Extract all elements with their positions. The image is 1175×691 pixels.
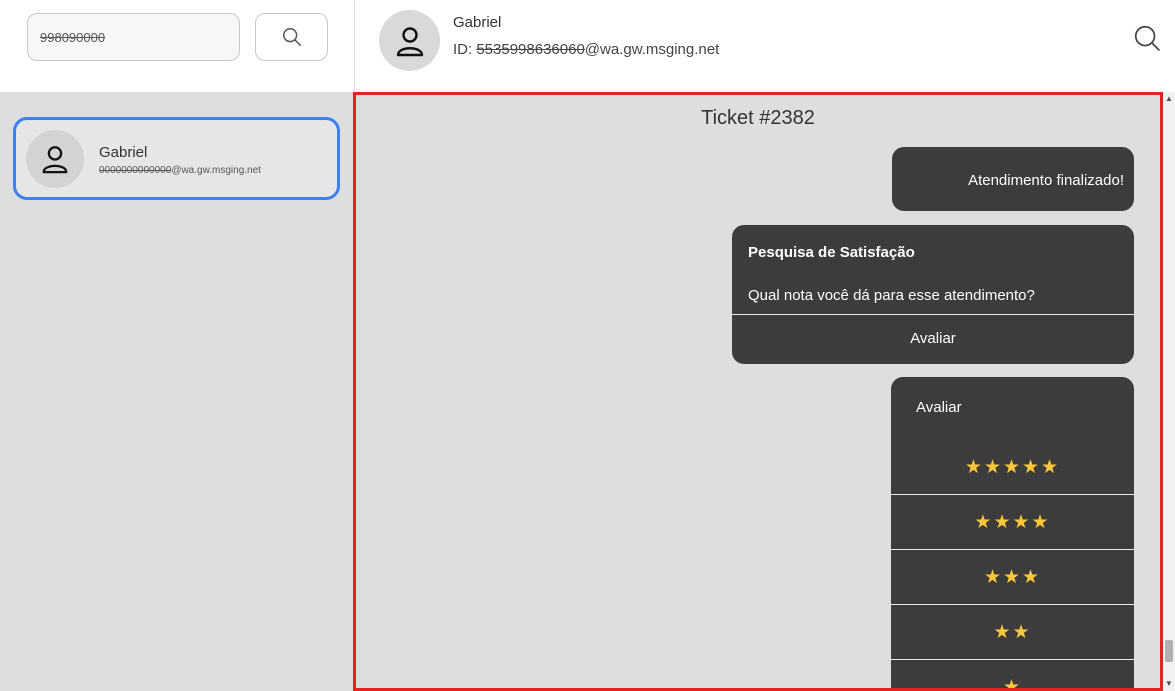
chat-messages: Ticket #2382 Atendimento finalizado! Pes… (353, 92, 1163, 691)
rating-option-3[interactable]: ★★★ (891, 550, 1134, 605)
survey-rate-button[interactable]: Avaliar (732, 314, 1134, 362)
rating-option-1[interactable]: ★ (891, 660, 1134, 691)
ticket-title: Ticket #2382 (701, 107, 815, 129)
rating-list-bubble: Avaliar ★★★★★ ★★★★ ★★★ ★★ ★ (891, 377, 1134, 691)
message-text: Atendimento finalizado! (968, 172, 1124, 189)
avatar (379, 10, 440, 71)
list-item-id-masked: 0000000000000 (99, 165, 172, 176)
rating-option-5[interactable]: ★★★★★ (891, 440, 1134, 495)
search-icon (282, 28, 301, 46)
search-button[interactable] (255, 13, 328, 61)
list-item-id: 0000000000000@wa.gw.msging.net (99, 165, 261, 176)
contact-id-domain: @wa.gw.msging.net (584, 41, 720, 58)
search-input[interactable] (27, 13, 240, 61)
contact-id-masked: 5535998636060 (476, 41, 585, 58)
contact-id: ID: 5535998636060@wa.gw.msging.net (453, 41, 719, 58)
rating-stars: ★★ (993, 622, 1032, 643)
contact-search-bar (0, 0, 354, 92)
list-item[interactable]: Gabriel 0000000000000@wa.gw.msging.net (13, 117, 340, 200)
rating-stars: ★★★★ (974, 512, 1051, 533)
contact-list: Gabriel 0000000000000@wa.gw.msging.net (0, 92, 353, 691)
survey-bubble: Pesquisa de Satisfação Qual nota você dá… (732, 225, 1134, 364)
chat-search-button[interactable] (1127, 18, 1167, 58)
scroll-thumb[interactable] (1165, 640, 1173, 662)
rating-option-2[interactable]: ★★ (891, 605, 1134, 660)
chat-header: Gabriel ID: 5535998636060@wa.gw.msging.n… (355, 0, 1175, 92)
list-item-name: Gabriel (99, 144, 148, 161)
rating-stars: ★★★ (983, 567, 1042, 588)
rating-stars: ★★★★★ (964, 457, 1061, 478)
contact-name: Gabriel (453, 14, 502, 31)
user-icon (42, 146, 68, 174)
search-icon (1134, 25, 1160, 51)
avatar (26, 130, 84, 188)
arrow-down-icon[interactable]: ▼ (1163, 679, 1175, 689)
rating-option-4[interactable]: ★★★★ (891, 495, 1134, 550)
user-icon (396, 26, 423, 56)
rating-stars: ★ (1002, 677, 1023, 691)
chat-scrollbar[interactable]: ▲ ▼ (1163, 92, 1175, 691)
contact-id-prefix: ID: (453, 41, 477, 58)
survey-question: Qual nota você dá para esse atendimento? (748, 287, 1035, 304)
survey-title: Pesquisa de Satisfação (748, 244, 915, 261)
list-item-id-domain: @wa.gw.msging.net (171, 165, 261, 176)
message-bubble: Atendimento finalizado! (892, 147, 1134, 211)
rating-title: Avaliar (916, 399, 962, 416)
arrow-up-icon[interactable]: ▲ (1163, 94, 1175, 104)
